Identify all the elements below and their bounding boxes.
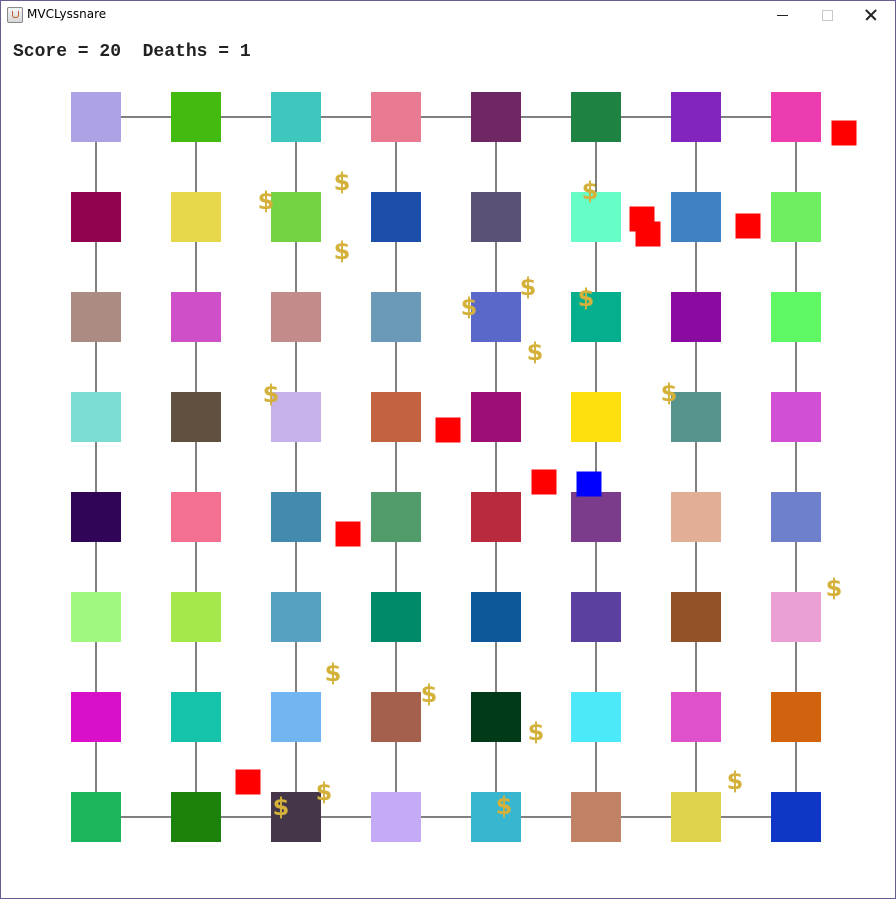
board-tile — [371, 292, 421, 342]
board-tile — [371, 592, 421, 642]
coin-dollar-icon: $ — [727, 767, 744, 795]
board-tile — [671, 792, 721, 842]
board-tile — [471, 92, 521, 142]
enemy-square — [435, 417, 461, 443]
board-tile — [771, 792, 821, 842]
board-tile — [371, 192, 421, 242]
board-tile — [671, 692, 721, 742]
board-tile — [771, 692, 821, 742]
coin-dollar-icon: $ — [582, 177, 599, 205]
board-tile — [771, 292, 821, 342]
enemy-square — [735, 213, 761, 239]
board-tile — [171, 592, 221, 642]
board-tile — [371, 692, 421, 742]
coin-dollar-icon: $ — [263, 380, 280, 408]
coin-dollar-icon: $ — [316, 778, 333, 806]
board-tile — [471, 392, 521, 442]
board-tile — [71, 392, 121, 442]
board-tile — [471, 592, 521, 642]
enemy-square — [235, 769, 261, 795]
board-tile — [471, 292, 521, 342]
board-tile — [171, 392, 221, 442]
board-tile — [471, 492, 521, 542]
board-tile — [571, 692, 621, 742]
coin-dollar-icon: $ — [661, 379, 678, 407]
coin-dollar-icon: $ — [273, 793, 290, 821]
board-tile — [771, 592, 821, 642]
coin-dollar-icon: $ — [578, 284, 595, 312]
board-tile — [71, 92, 121, 142]
coin-dollar-icon: $ — [826, 574, 843, 602]
board-tile — [71, 492, 121, 542]
player-layer — [576, 471, 602, 497]
coin-dollar-icon: $ — [520, 273, 537, 301]
board-tile — [71, 592, 121, 642]
board-tile — [571, 792, 621, 842]
board-tile — [171, 92, 221, 142]
coin-dollar-icon: $ — [421, 680, 438, 708]
board-tile — [271, 492, 321, 542]
board-tile — [271, 592, 321, 642]
board-tile — [771, 492, 821, 542]
board-tile — [471, 192, 521, 242]
board-tile — [71, 692, 121, 742]
coin-dollar-icon: $ — [496, 792, 513, 820]
board-tile — [571, 592, 621, 642]
board-tile — [171, 292, 221, 342]
board-tile — [771, 392, 821, 442]
board-tile — [771, 92, 821, 142]
coin-dollar-icon: $ — [258, 187, 275, 215]
board-tile — [471, 692, 521, 742]
board-tile — [71, 292, 121, 342]
board-tile — [671, 92, 721, 142]
enemy-square — [831, 120, 857, 146]
board-tile — [271, 292, 321, 342]
board-tile — [171, 692, 221, 742]
board-tile — [671, 492, 721, 542]
board-tile — [371, 492, 421, 542]
coin-dollar-icon: $ — [325, 659, 342, 687]
board-tile — [271, 92, 321, 142]
board-tile — [271, 692, 321, 742]
board-tile — [371, 392, 421, 442]
enemy-layer — [235, 120, 857, 795]
board-tile — [671, 392, 721, 442]
board-tile — [671, 292, 721, 342]
board-tile — [271, 192, 321, 242]
player-square — [576, 471, 602, 497]
coin-dollar-icon: $ — [334, 237, 351, 265]
board-tile — [771, 192, 821, 242]
board-tile — [671, 592, 721, 642]
board-tiles — [71, 92, 821, 842]
board-tile — [371, 92, 421, 142]
coin-dollar-icon: $ — [334, 168, 351, 196]
enemy-square — [629, 206, 655, 232]
enemy-square — [531, 469, 557, 495]
game-window: MVCLyssnare Score = 20 Deaths = 1 $ $ $ $ $ $… — [0, 0, 896, 899]
coin-dollar-icon: $ — [527, 338, 544, 366]
coin-dollar-icon: $ — [528, 718, 545, 746]
board-tile — [171, 792, 221, 842]
enemy-square — [335, 521, 361, 547]
coin-dollar-icon: $ — [461, 293, 478, 321]
board-tile — [171, 492, 221, 542]
board-tile — [571, 492, 621, 542]
board-tile — [571, 392, 621, 442]
board-tile — [571, 92, 621, 142]
board-tile — [171, 192, 221, 242]
board-tile — [71, 792, 121, 842]
board-tile — [371, 792, 421, 842]
board-tile — [71, 192, 121, 242]
game-board[interactable]: $ $ $ $ $ $ $ $ $ $ $ $ $ $ $ $ $ $ — [1, 1, 895, 898]
board-tile — [671, 192, 721, 242]
